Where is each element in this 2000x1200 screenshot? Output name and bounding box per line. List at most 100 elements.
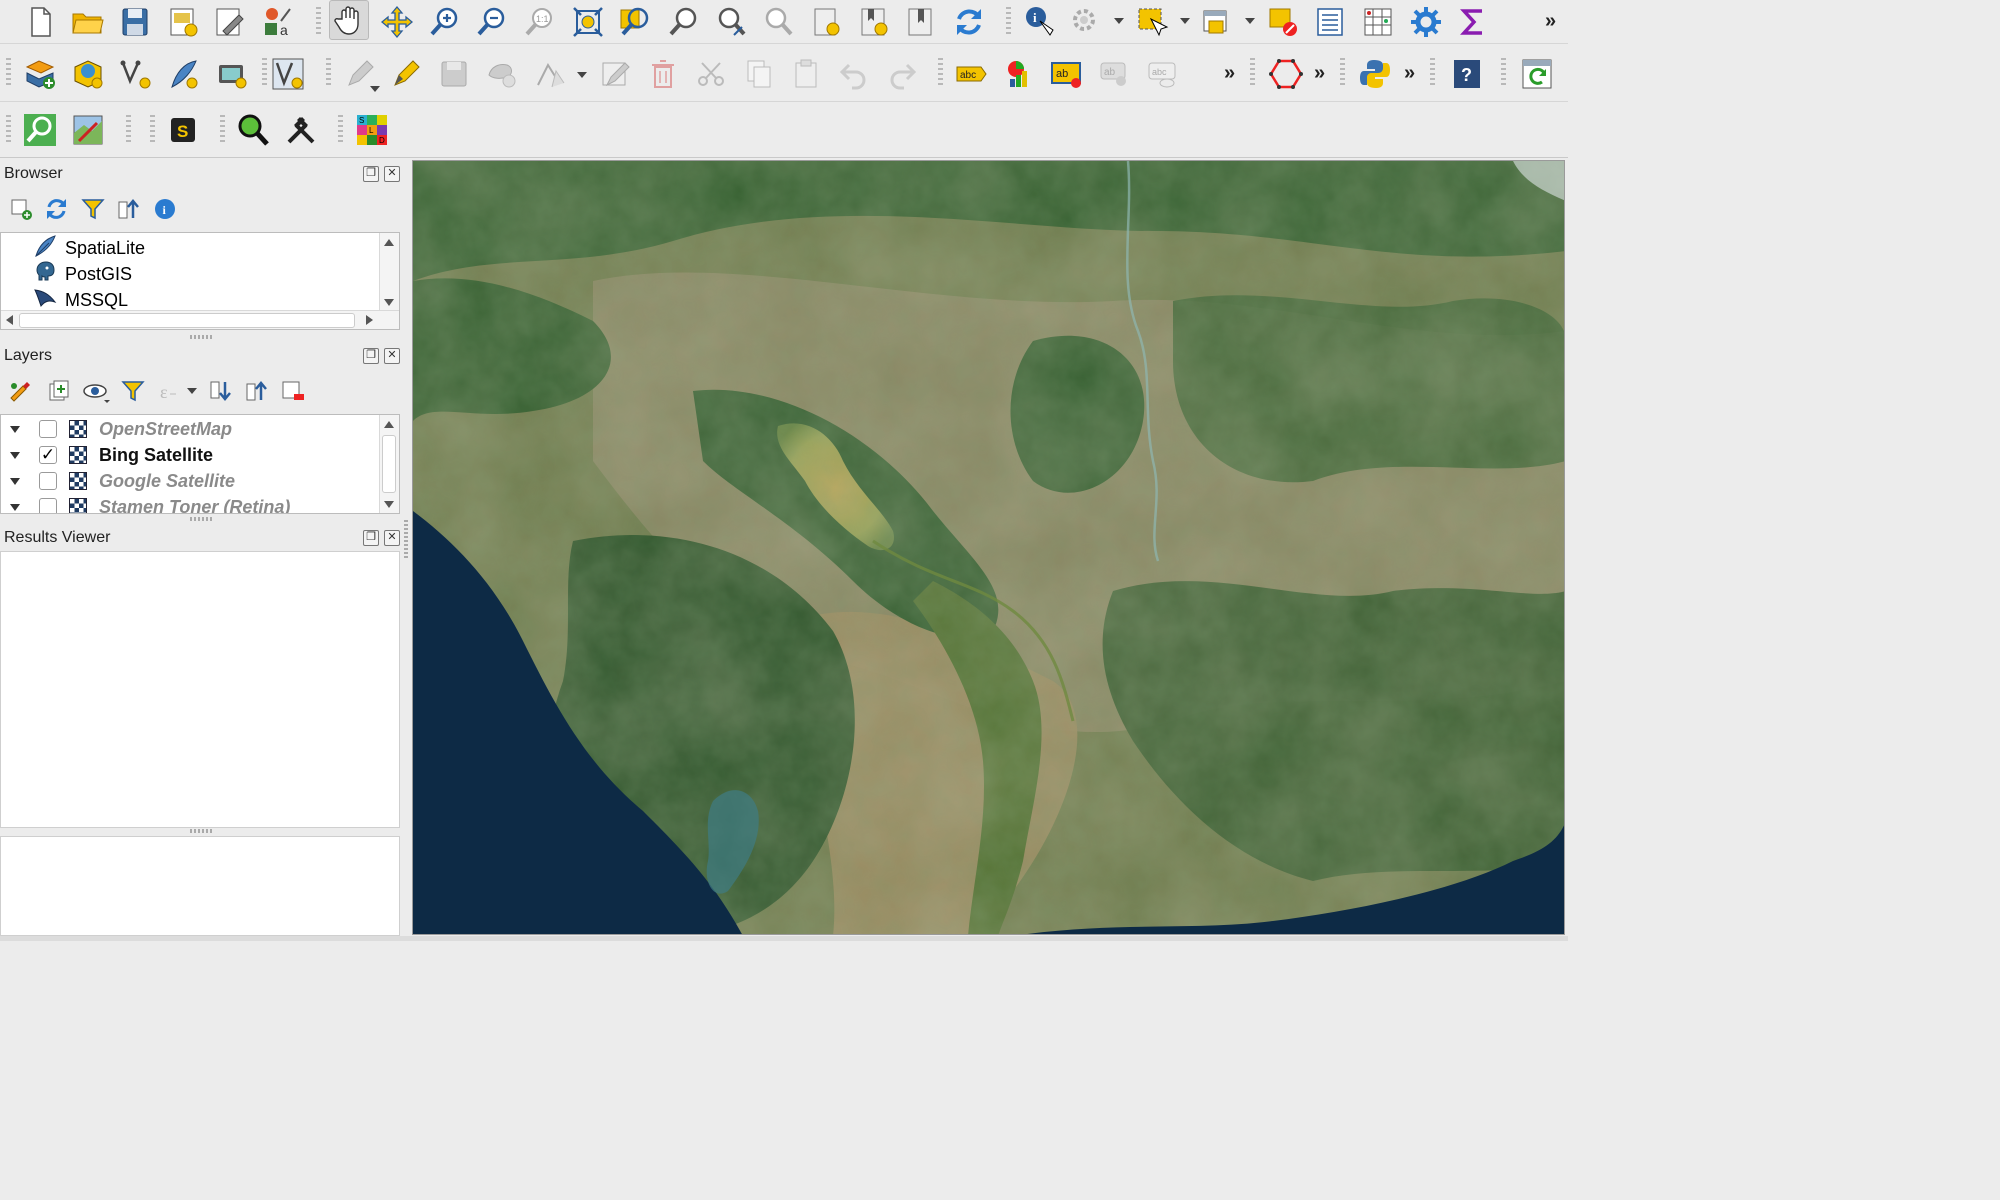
open-attribute-table-icon[interactable] [1197,2,1237,42]
scroll-down-arrow[interactable] [384,299,394,306]
filter-expression-icon[interactable]: ε [156,378,182,404]
toolbar-grip[interactable] [326,58,331,88]
horizontal-scroll-thumb[interactable] [19,313,355,328]
layer-item-google-satellite[interactable]: Google Satellite [1,468,381,494]
attribute-dropdown-arrow[interactable] [1245,18,1255,24]
toolbar-grip[interactable] [220,115,225,145]
dock-splitter[interactable] [404,520,408,560]
show-bookmarks-icon[interactable] [854,2,894,42]
scroll-down-arrow[interactable] [384,501,394,508]
layer-item-openstreetmap[interactable]: OpenStreetMap [1,416,381,442]
zoom-full-icon[interactable] [568,2,608,42]
toolbar-grip[interactable] [1340,58,1345,88]
toolbar-grip[interactable] [126,115,131,145]
actions-icon[interactable] [1066,2,1106,42]
digitize-icon[interactable] [268,54,308,94]
label-tool-icon[interactable]: abc [951,54,991,94]
toolbar-grip[interactable] [1006,7,1011,37]
more-tools-chevron[interactable]: » [1545,10,1556,33]
browser-item-spatialite[interactable]: SpatiaLite [1,234,381,261]
results-close-button[interactable]: ✕ [384,530,400,546]
add-feature-icon[interactable] [482,54,522,94]
new-shapefile-icon[interactable] [116,54,156,94]
field-calculator-icon[interactable] [1310,2,1350,42]
temporal-controller-icon[interactable] [901,2,941,42]
current-edits-dropdown-arrow[interactable] [370,86,380,92]
add-group-icon[interactable] [46,378,72,404]
collapse-all-icon[interactable] [244,378,270,404]
layers-vertical-scrollbar[interactable] [379,415,399,513]
style-manager-icon[interactable]: a [258,2,298,42]
sum-icon[interactable] [1453,2,1493,42]
zoom-out-icon[interactable] [472,2,512,42]
toolbar-grip[interactable] [6,58,11,88]
georeferencer-icon[interactable] [68,110,108,150]
pan-to-selection-icon[interactable] [377,2,417,42]
toolbar-grip[interactable] [262,58,267,88]
new-spatialite-icon[interactable] [163,54,203,94]
python-console-icon[interactable] [1355,54,1395,94]
show-hide-labels-icon[interactable]: abc [1142,54,1182,94]
toolbar-grip[interactable] [1501,58,1506,88]
layer-visibility-checkbox[interactable] [39,420,57,438]
modify-attributes-icon[interactable] [596,54,636,94]
properties-info-icon[interactable]: i [152,196,178,222]
selection-dropdown-arrow[interactable] [1180,18,1190,24]
more-tools-chevron[interactable]: » [1314,62,1325,85]
undo-icon[interactable] [834,54,874,94]
remove-layer-icon[interactable] [280,378,306,404]
filter-icon[interactable] [80,196,106,222]
layers-float-button[interactable]: ❐ [363,348,379,364]
toolbar-grip[interactable] [1430,58,1435,88]
scroll-up-arrow[interactable] [384,239,394,246]
pin-labels-icon[interactable]: ab [1094,54,1134,94]
manage-map-themes-icon[interactable] [82,378,112,404]
new-bookmark-icon[interactable] [806,2,846,42]
toolbar-grip[interactable] [938,58,943,88]
actions-dropdown-arrow[interactable] [1114,18,1124,24]
stamen-s-icon[interactable]: S [163,110,203,150]
layer-visibility-checkbox[interactable]: ✓ [39,446,57,464]
new-project-icon[interactable] [20,2,60,42]
open-project-icon[interactable] [67,2,107,42]
statistical-summary-icon[interactable] [1358,2,1398,42]
layer-visibility-checkbox[interactable] [39,498,57,513]
sld-editor-icon[interactable]: SLD [352,110,392,150]
help-icon[interactable]: ? [1447,54,1487,94]
diagram-icon[interactable] [999,54,1039,94]
paste-features-icon[interactable] [786,54,826,94]
toolbar-grip[interactable] [1250,58,1255,88]
select-features-icon[interactable] [1132,2,1172,42]
vertical-scroll-thumb[interactable] [382,435,396,493]
new-virtual-layer-icon[interactable] [212,54,252,94]
refresh-icon[interactable] [949,2,989,42]
collapse-all-icon[interactable] [116,196,142,222]
shape-digitizing-icon[interactable] [1266,54,1306,94]
vertex-tool-dropdown-arrow[interactable] [577,72,587,78]
toolbar-grip[interactable] [6,115,11,145]
panel-splitter[interactable] [190,335,214,339]
browser-float-button[interactable]: ❐ [363,166,379,182]
save-edits-icon[interactable] [434,54,474,94]
processing-toolbox-icon[interactable] [1406,2,1446,42]
layer-item-bing-satellite[interactable]: ✓ Bing Satellite [1,442,381,468]
toolbar-grip[interactable] [150,115,155,145]
zoom-to-selection-icon[interactable] [615,2,655,42]
browser-close-button[interactable]: ✕ [384,166,400,182]
style-manager-icon[interactable] [8,378,34,404]
more-tools-chevron[interactable]: » [1404,62,1415,85]
results-float-button[interactable]: ❐ [363,530,379,546]
chevron-down-icon[interactable] [10,477,20,485]
scroll-left-arrow[interactable] [6,315,13,325]
layer-visibility-checkbox[interactable] [39,472,57,490]
delete-selected-icon[interactable] [643,54,683,94]
search-magnifier-icon[interactable] [233,110,273,150]
quick-map-services-icon[interactable] [20,110,60,150]
plugin-update-icon[interactable] [1517,54,1557,94]
save-project-icon[interactable] [115,2,155,42]
add-selected-layers-icon[interactable] [8,196,34,222]
zoom-in-icon[interactable] [425,2,465,42]
vertex-tool-icon[interactable] [531,54,571,94]
identify-icon[interactable]: i [1019,2,1059,42]
layer-labeling-icon[interactable]: ab [1047,54,1087,94]
